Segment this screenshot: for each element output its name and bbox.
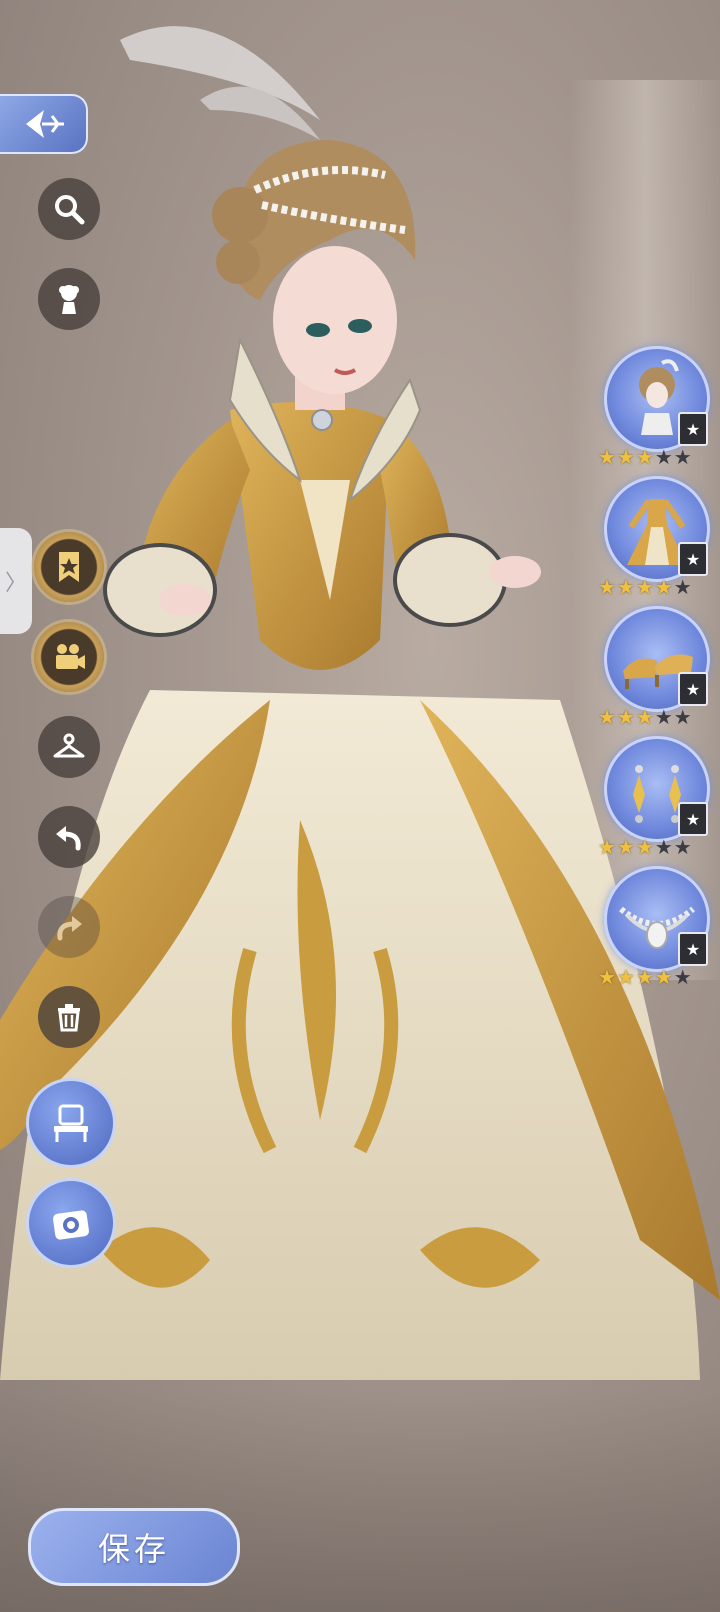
favorite-button[interactable]: [34, 532, 104, 602]
rank-badge: ★: [678, 932, 708, 966]
photo-button[interactable]: [26, 1178, 116, 1268]
rank-badge: ★: [678, 802, 708, 836]
redo-button[interactable]: [38, 896, 100, 958]
equipped-items-panel: ★ ★ ★ ★ ★ ★ ★ ★ ★ ★ ★ ★ ★ ★ ★ ★ ★ ★ ★ ★ …: [598, 346, 712, 996]
rank-badge: ★: [678, 412, 708, 446]
vanity-mirror-icon: [54, 1104, 88, 1142]
game-scene: 〉 ★ ★ ★ ★ ★ ★ ★ ★ ★ ★ ★ ★ ★ ★ ★ ★ ★ ★ ★ …: [0, 0, 720, 1612]
rarity-stars: ★ ★ ★ ★ ★: [598, 575, 692, 599]
item-slot-dress[interactable]: ★ ★ ★ ★ ★ ★: [598, 476, 712, 606]
item-slot-earrings[interactable]: ★ ★ ★ ★ ★ ★: [598, 736, 712, 866]
rank-badge: ★: [678, 672, 708, 706]
side-panel-toggle[interactable]: 〉: [0, 528, 32, 634]
style-button[interactable]: [38, 268, 100, 330]
record-button[interactable]: [34, 622, 104, 692]
redo-icon: [57, 916, 82, 941]
rarity-stars: ★ ★ ★ ★ ★: [598, 965, 692, 989]
flower-bust-icon: [59, 285, 79, 314]
search-icon: [55, 195, 85, 225]
back-button[interactable]: [0, 94, 88, 154]
undo-icon: [56, 826, 81, 851]
search-button[interactable]: [38, 178, 100, 240]
hanger-person-icon: [53, 733, 85, 758]
item-slot-necklace[interactable]: ★ ★ ★ ★ ★ ★: [598, 866, 712, 996]
rarity-stars: ★ ★ ★ ★ ★: [598, 445, 692, 469]
item-slot-hairstyle[interactable]: ★ ★ ★ ★ ★ ★: [598, 346, 712, 476]
outfit-button[interactable]: [38, 716, 100, 778]
delete-button[interactable]: [38, 986, 100, 1048]
rank-badge: ★: [678, 542, 708, 576]
rarity-stars: ★ ★ ★ ★ ★: [598, 835, 692, 859]
item-slot-shoes[interactable]: ★ ★ ★ ★ ★ ★: [598, 606, 712, 736]
vanity-button[interactable]: [26, 1078, 116, 1168]
trash-icon: [58, 1004, 80, 1032]
camera-recorder-icon: [56, 644, 85, 669]
camera-icon: [53, 1210, 89, 1240]
save-button[interactable]: 保存: [28, 1508, 240, 1586]
back-icon: [26, 110, 64, 138]
bookmark-star-icon: [59, 552, 79, 582]
undo-button[interactable]: [38, 806, 100, 868]
rarity-stars: ★ ★ ★ ★ ★: [598, 705, 692, 729]
